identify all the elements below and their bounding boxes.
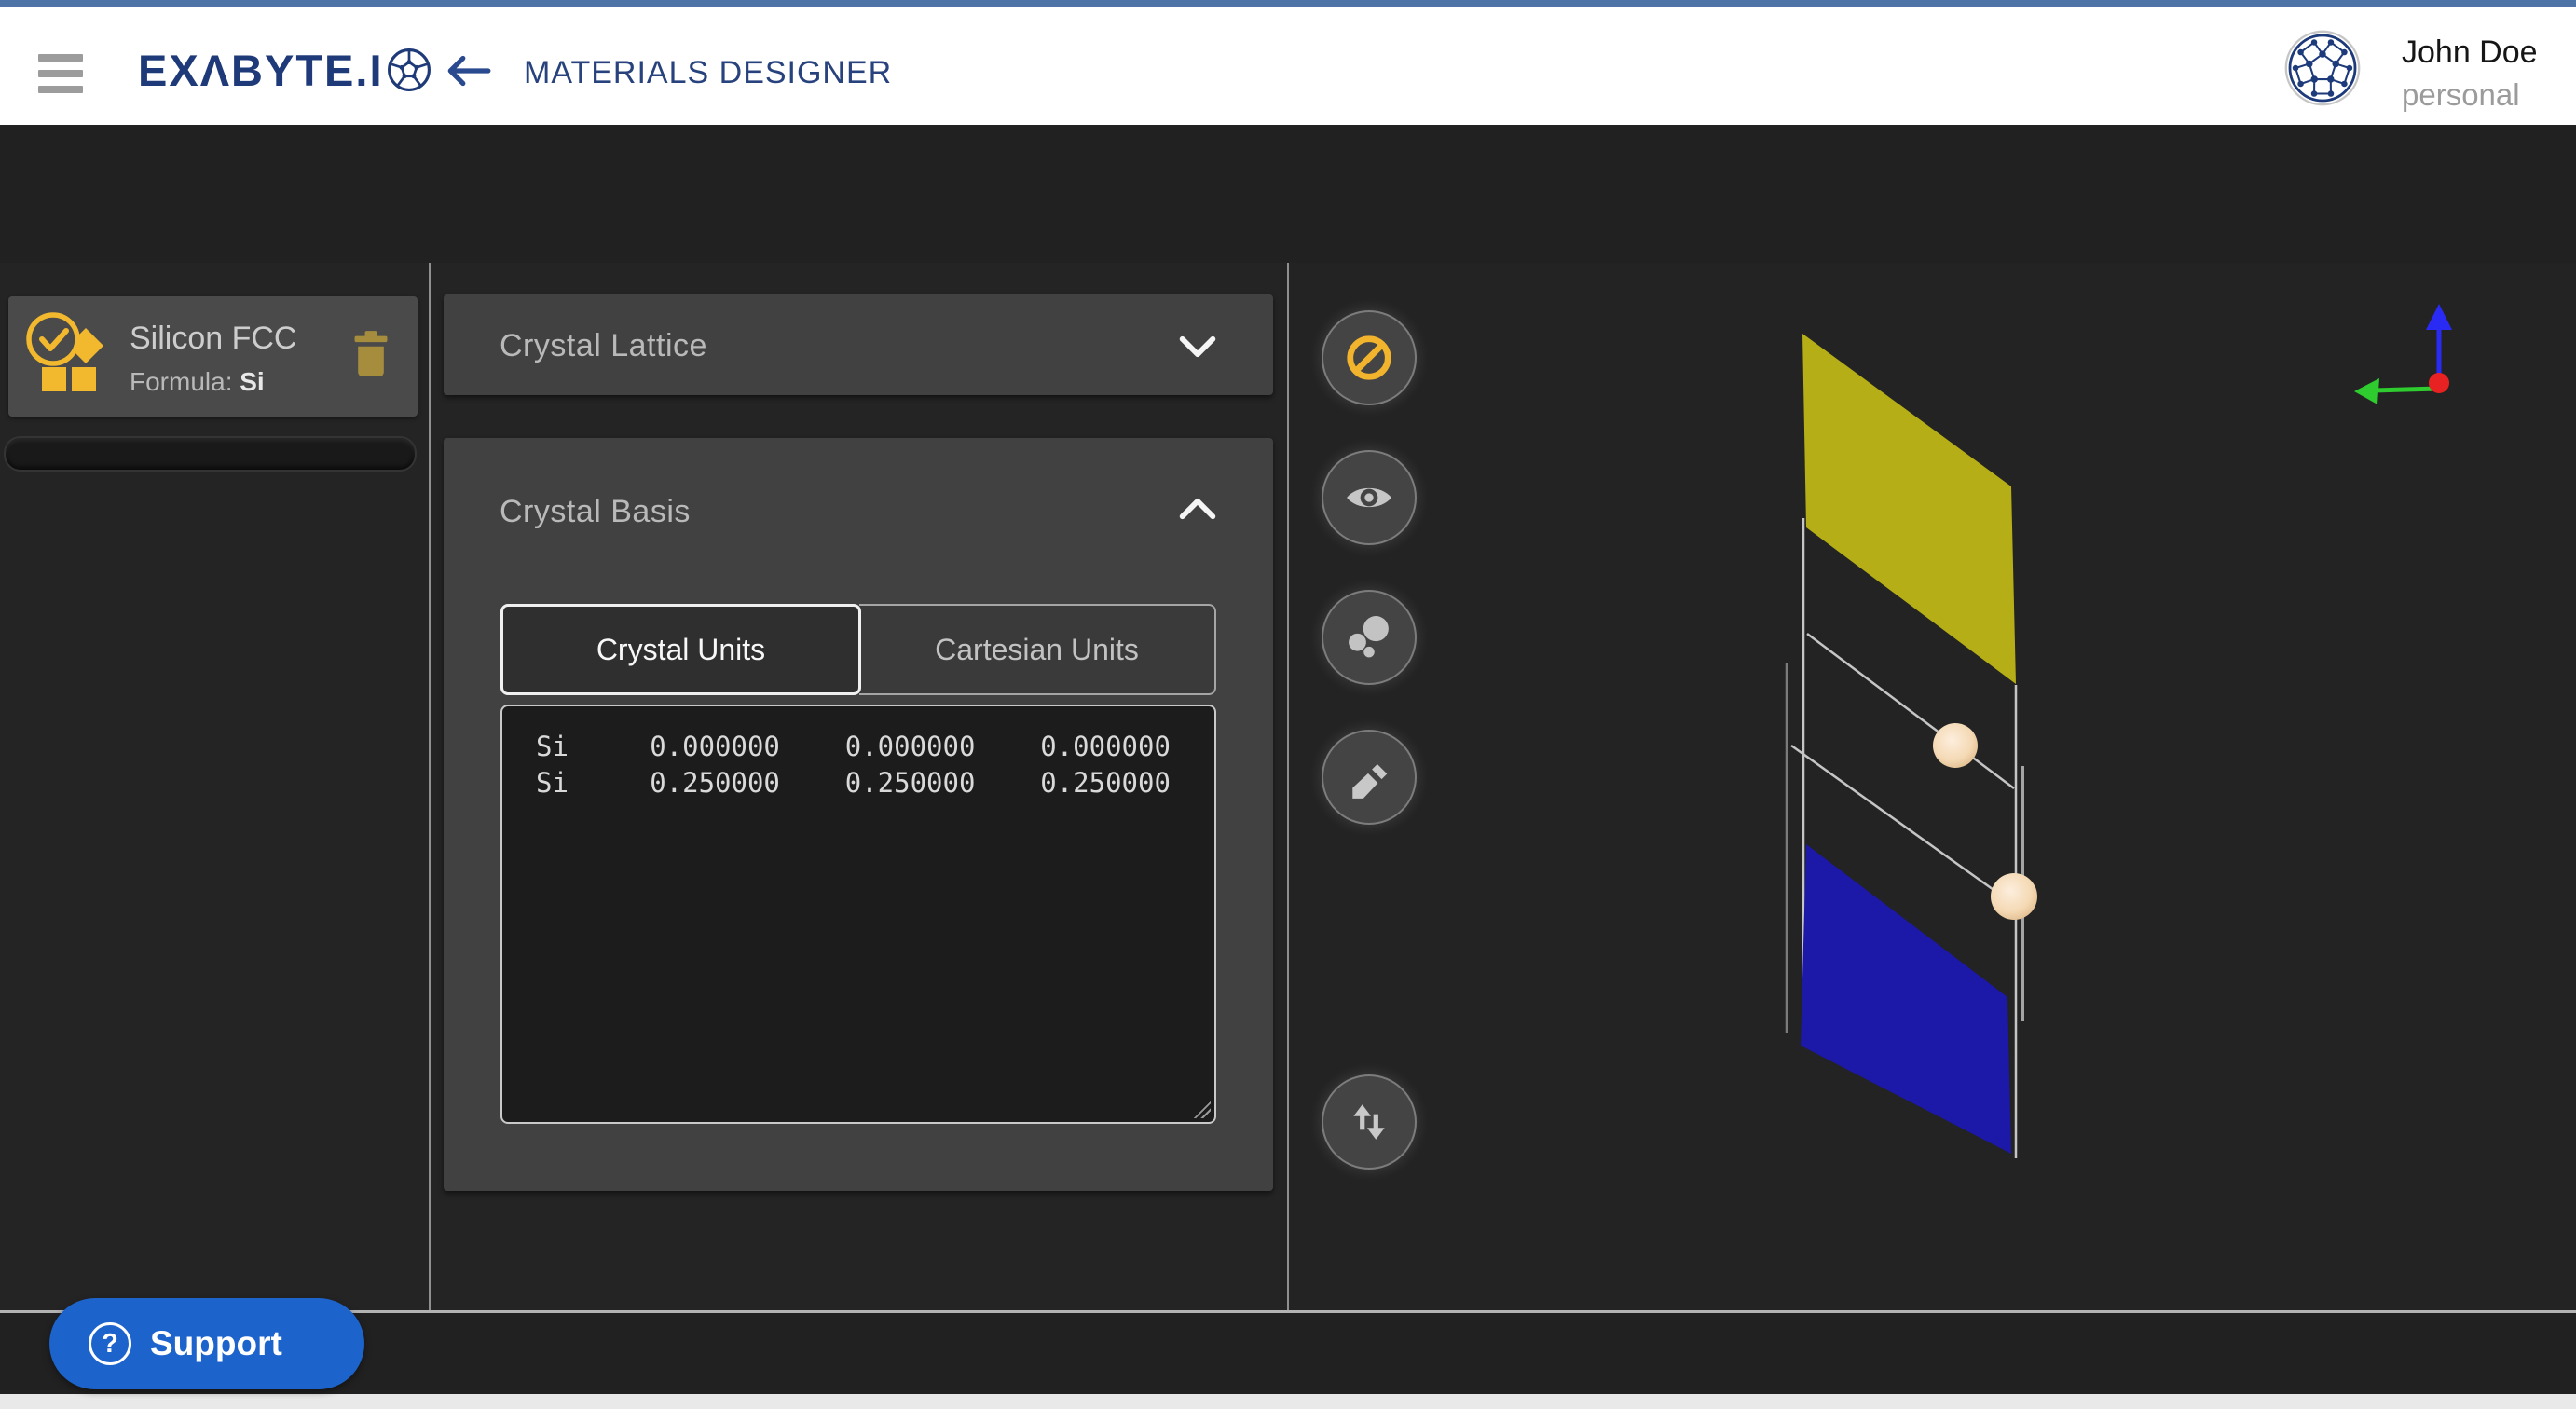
- top-accent-line: [0, 0, 2576, 7]
- units-tabs: Crystal Units Cartesian Units: [500, 604, 1216, 695]
- delete-material-icon[interactable]: [349, 326, 392, 382]
- pencil-icon: [1346, 754, 1392, 800]
- user-workspace: personal: [2402, 77, 2520, 113]
- materials-designer-app: { "brand": { "logo_text": "EXΛBYTE.I", "…: [0, 0, 2576, 1409]
- lattice-face-bottom: [1801, 844, 2011, 1154]
- chevron-down-icon[interactable]: [1178, 334, 1217, 360]
- menubar: INPUT/OUTPUT EDIT VIEW ADVANCED HELP: [0, 125, 2576, 263]
- edit-button[interactable]: [1322, 730, 1417, 825]
- material-icon: [21, 309, 115, 403]
- avatar[interactable]: [2283, 29, 2362, 107]
- crystal-lattice-title: Crystal Lattice: [500, 328, 707, 364]
- basis-coordinates-input[interactable]: Si 0.000000 0.000000 0.000000 Si 0.25000…: [500, 704, 1216, 1124]
- logo-text: EXΛBYTE.I: [138, 45, 384, 96]
- basis-editor-wrap: Si 0.000000 0.000000 0.000000 Si 0.25000…: [500, 704, 1216, 1124]
- back-arrow-icon[interactable]: [444, 53, 492, 89]
- support-label: Support: [150, 1324, 282, 1363]
- atoms-view-button[interactable]: [1322, 590, 1417, 685]
- material-list-item[interactable]: Silicon FCC Formula: Si: [8, 296, 418, 417]
- user-name: John Doe: [2402, 34, 2538, 71]
- axes-gizmo: [2354, 304, 2452, 404]
- lattice-face-top: [1802, 334, 2016, 684]
- tab-crystal-units[interactable]: Crystal Units: [500, 604, 861, 695]
- help-question-icon: ?: [89, 1322, 131, 1365]
- block-icon: [1344, 333, 1394, 383]
- tab-cartesian-units[interactable]: Cartesian Units: [859, 604, 1216, 695]
- logo-ball-icon: [387, 48, 432, 92]
- content: Silicon FCC Formula: Si Crystal Lattice …: [0, 263, 2576, 1310]
- atom-sphere: [1933, 723, 1978, 768]
- page-title: MATERIALS DESIGNER: [524, 55, 892, 91]
- bottom-bar: [0, 1313, 2576, 1394]
- formula-value: Si: [240, 367, 264, 396]
- eye-icon: [1345, 482, 1393, 513]
- exabyte-logo[interactable]: EXΛBYTE.I: [138, 44, 432, 96]
- sidebar-scroll-track[interactable]: [4, 436, 417, 472]
- material-name: Silicon FCC: [130, 321, 296, 357]
- hamburger-menu-icon[interactable]: [38, 54, 83, 93]
- crystal-scene: [1289, 263, 2576, 1310]
- chevron-up-icon[interactable]: [1178, 496, 1217, 522]
- support-button[interactable]: ? Support: [49, 1298, 364, 1389]
- atom-sphere: [1991, 873, 2037, 920]
- import-export-button[interactable]: [1322, 1074, 1417, 1170]
- viewer-3d[interactable]: [1289, 263, 2576, 1310]
- visibility-button[interactable]: [1322, 450, 1417, 545]
- material-formula: Formula: Si: [130, 367, 265, 397]
- atoms-icon: [1347, 615, 1391, 660]
- materials-sidebar: Silicon FCC Formula: Si: [0, 263, 431, 1310]
- header: EXΛBYTE.I MATERIALS DESIGNER: [0, 7, 2576, 125]
- crystal-basis-title: Crystal Basis: [500, 494, 691, 530]
- import-export-icon: [1346, 1099, 1392, 1145]
- crystal-basis-section: Crystal Basis Crystal Units Cartesian Un…: [444, 438, 1273, 1191]
- crystal-lattice-section[interactable]: Crystal Lattice: [444, 294, 1273, 395]
- toggle-bonds-button[interactable]: [1322, 310, 1417, 405]
- inspector-panel: Crystal Lattice Crystal Basis Crystal Un…: [431, 263, 1289, 1310]
